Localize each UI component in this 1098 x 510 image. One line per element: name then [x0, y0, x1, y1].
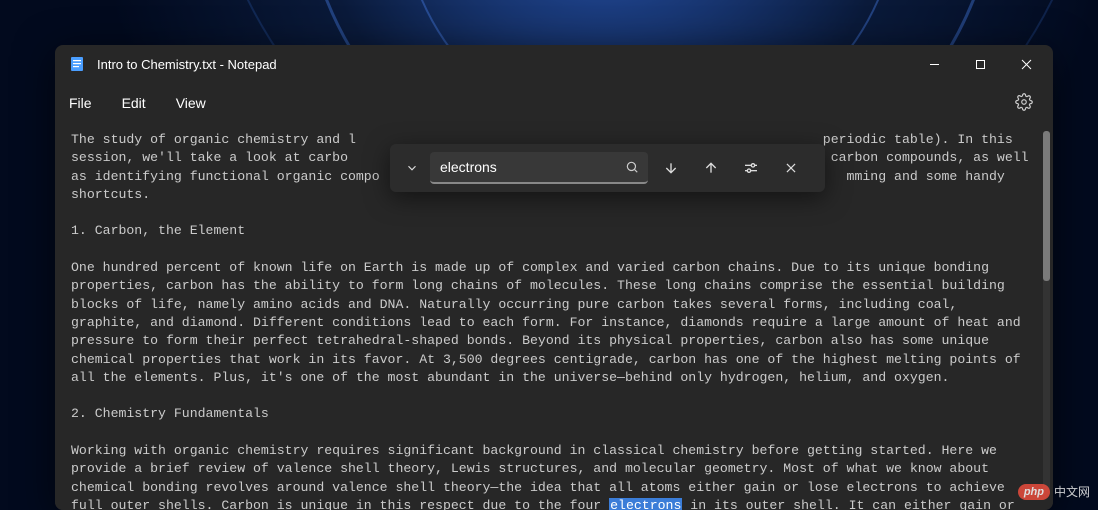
find-previous-button[interactable] [694, 152, 728, 184]
find-input[interactable] [440, 159, 622, 175]
window-title: Intro to Chemistry.txt - Notepad [97, 57, 277, 72]
watermark-logo: php [1018, 484, 1050, 500]
menu-view[interactable]: View [176, 95, 206, 111]
watermark: php 中文网 [1018, 483, 1090, 500]
find-bar [390, 144, 825, 192]
find-expand-toggle[interactable] [400, 152, 424, 184]
notepad-app-icon [69, 56, 85, 72]
find-options-button[interactable] [734, 152, 768, 184]
vertical-scrollbar[interactable] [1043, 131, 1050, 491]
titlebar: Intro to Chemistry.txt - Notepad [55, 45, 1053, 83]
menu-file[interactable]: File [69, 95, 92, 111]
search-icon[interactable] [622, 160, 642, 174]
minimize-button[interactable] [911, 45, 957, 83]
settings-icon[interactable] [1015, 93, 1033, 114]
search-highlight: electrons [609, 498, 682, 510]
menu-edit[interactable]: Edit [122, 95, 146, 111]
find-next-button[interactable] [654, 152, 688, 184]
notepad-window: Intro to Chemistry.txt - Notepad File Ed… [55, 45, 1053, 510]
watermark-text: 中文网 [1054, 483, 1090, 500]
menubar: File Edit View [55, 83, 1053, 123]
close-button[interactable] [1003, 45, 1049, 83]
scrollbar-thumb[interactable] [1043, 131, 1050, 281]
maximize-button[interactable] [957, 45, 1003, 83]
find-close-button[interactable] [774, 152, 808, 184]
find-input-wrap [430, 152, 648, 184]
